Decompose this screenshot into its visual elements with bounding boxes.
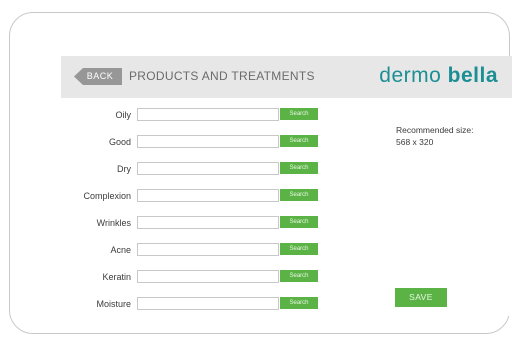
field-label: Keratin (102, 272, 131, 282)
good-search-button[interactable]: Search (280, 135, 318, 147)
field-row-complexion: Complexion Search (61, 189, 361, 203)
field-row-good: Good Search (61, 135, 361, 149)
page-title: PRODUCTS AND TREATMENTS (129, 69, 315, 83)
wrinkles-search-button[interactable]: Search (280, 216, 318, 228)
field-row-moisture: Moisture Search (61, 297, 361, 311)
acne-search-button[interactable]: Search (280, 243, 318, 255)
field-label: Complexion (83, 191, 131, 201)
wrinkles-input[interactable] (137, 216, 279, 229)
acne-input[interactable] (137, 243, 279, 256)
moisture-input[interactable] (137, 297, 279, 310)
field-label: Acne (110, 245, 131, 255)
save-button[interactable]: SAVE (395, 288, 447, 307)
keratin-input[interactable] (137, 270, 279, 283)
header-bar: BACK PRODUCTS AND TREATMENTS dermo bella (61, 56, 512, 98)
good-input[interactable] (137, 135, 279, 148)
moisture-search-button[interactable]: Search (280, 297, 318, 309)
logo-text-part1: dermo (379, 64, 442, 87)
back-button[interactable]: BACK (74, 68, 122, 85)
dry-search-button[interactable]: Search (280, 162, 318, 174)
field-label: Dry (117, 164, 131, 174)
field-row-keratin: Keratin Search (61, 270, 361, 284)
device-frame: BACK PRODUCTS AND TREATMENTS dermo bella… (9, 12, 512, 334)
field-label: Good (108, 137, 131, 147)
field-row-wrinkles: Wrinkles Search (61, 216, 361, 230)
note-line-2: 568 x 320 (396, 137, 434, 147)
brand-logo: dermo bella (379, 62, 498, 90)
field-row-oily: Oily Search (61, 108, 361, 122)
field-row-acne: Acne Search (61, 243, 361, 257)
oily-search-button[interactable]: Search (280, 108, 318, 120)
field-label: Wrinkles (96, 218, 131, 228)
logo-text-part2: bella (447, 64, 498, 87)
oily-input[interactable] (137, 108, 279, 121)
complexion-input[interactable] (137, 189, 279, 202)
dry-input[interactable] (137, 162, 279, 175)
recommended-size-note: Recommended size: 568 x 320 (396, 124, 473, 148)
field-row-dry: Dry Search (61, 162, 361, 176)
keratin-search-button[interactable]: Search (280, 270, 318, 282)
field-label: Moisture (96, 299, 131, 309)
note-line-1: Recommended size: (396, 125, 474, 135)
field-label: Oily (115, 110, 132, 120)
complexion-search-button[interactable]: Search (280, 189, 318, 201)
app-screen: BACK PRODUCTS AND TREATMENTS dermo bella… (61, 56, 512, 316)
